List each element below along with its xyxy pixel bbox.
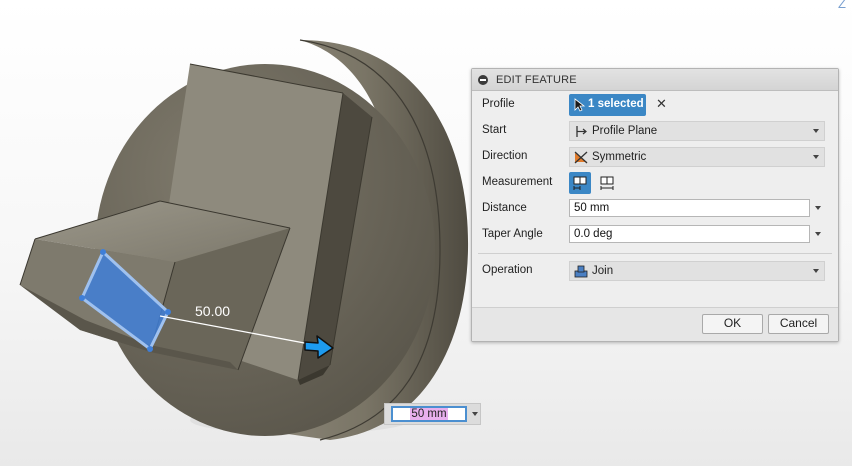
- chevron-down-icon[interactable]: [815, 206, 821, 210]
- taper-angle-label: Taper Angle: [482, 228, 543, 240]
- edit-feature-dialog: EDIT FEATURE Profile 1 selected ✕ Start …: [471, 68, 839, 342]
- chevron-down-icon[interactable]: [472, 412, 478, 416]
- dialog-title: EDIT FEATURE: [496, 73, 577, 86]
- canvas-distance-input-box: 50 mm: [384, 403, 481, 425]
- dialog-header: EDIT FEATURE: [472, 69, 838, 91]
- start-label: Start: [482, 124, 507, 136]
- operation-row: Operation Join: [472, 260, 838, 282]
- dialog-footer: OK Cancel: [472, 307, 838, 341]
- join-icon: [574, 265, 588, 278]
- profile-label: Profile: [482, 98, 515, 110]
- symmetric-icon: [574, 151, 588, 164]
- chevron-down-icon: [813, 155, 819, 159]
- cursor-arrow-icon: [574, 98, 586, 112]
- direction-dropdown[interactable]: Symmetric: [569, 147, 825, 167]
- chevron-down-icon: [813, 129, 819, 133]
- whole-length-button[interactable]: [596, 172, 618, 194]
- half-length-icon: [573, 176, 587, 190]
- direction-label: Direction: [482, 150, 528, 162]
- cancel-button[interactable]: Cancel: [768, 314, 829, 334]
- canvas-distance-value: 50 mm: [410, 408, 448, 420]
- measurement-label: Measurement: [482, 176, 553, 188]
- taper-angle-input[interactable]: 0.0 deg: [569, 225, 810, 243]
- start-row: Start Profile Plane: [472, 120, 838, 142]
- direction-value: Symmetric: [592, 151, 647, 163]
- direction-row: Direction Symmetric: [472, 146, 838, 168]
- chevron-down-icon: [813, 269, 819, 273]
- measurement-row: Measurement: [472, 172, 838, 194]
- operation-label: Operation: [482, 264, 533, 276]
- taper-angle-row: Taper Angle 0.0 deg: [472, 224, 838, 246]
- collapse-icon[interactable]: [478, 74, 488, 85]
- operation-value: Join: [592, 265, 614, 277]
- start-value: Profile Plane: [592, 125, 658, 137]
- profile-value: 1 selected: [588, 98, 644, 110]
- operation-dropdown[interactable]: Join: [569, 261, 825, 281]
- half-length-button[interactable]: [569, 172, 591, 194]
- chevron-down-icon[interactable]: [815, 232, 821, 236]
- whole-length-icon: [600, 176, 614, 190]
- distance-label: Distance: [482, 202, 527, 214]
- profile-select-button[interactable]: 1 selected: [569, 94, 646, 116]
- canvas-distance-input[interactable]: 50 mm: [391, 406, 467, 422]
- profile-row: Profile 1 selected ✕: [472, 94, 838, 116]
- start-dropdown[interactable]: Profile Plane: [569, 121, 825, 141]
- divider: [478, 253, 832, 254]
- profile-plane-icon: [576, 126, 587, 137]
- clear-selection-icon[interactable]: ✕: [656, 96, 667, 112]
- distance-input[interactable]: 50 mm: [569, 199, 810, 217]
- z-axis-label: Z: [838, 0, 846, 11]
- distance-row: Distance 50 mm: [472, 198, 838, 220]
- ok-button[interactable]: OK: [702, 314, 763, 334]
- dimension-label: 50.00: [195, 303, 230, 319]
